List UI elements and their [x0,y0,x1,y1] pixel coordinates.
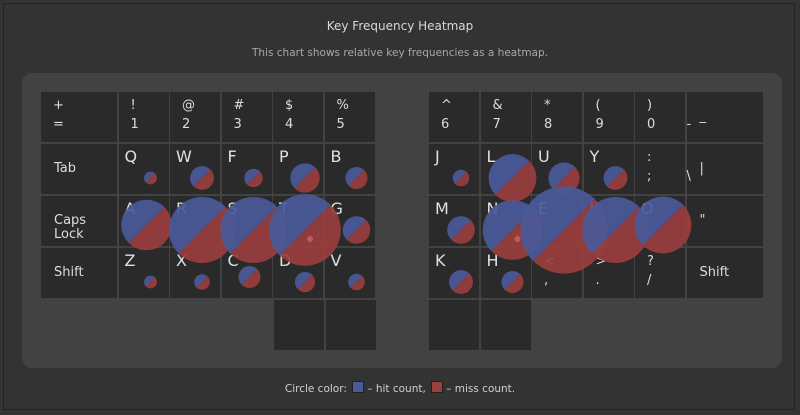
heat-o [634,196,692,254]
legend-hit-swatch [352,381,365,393]
legend: Circle color: – hit count, – miss count. [0,381,800,395]
heat-m [447,216,475,244]
heat-v [348,273,365,291]
heat-q [144,171,157,185]
heat-j [452,169,470,187]
heat-x [194,274,210,290]
heat-dot-n [514,236,521,242]
heat-p [290,163,320,193]
heat-d [294,271,316,293]
heatmap-overlay [121,154,692,294]
heat-l [488,154,537,202]
heat-w [190,166,214,190]
heat-b [345,166,368,190]
heat-a [121,199,172,251]
heat-h [501,270,524,294]
legend-miss-label: – miss count. [446,383,516,395]
heat-t [269,194,341,266]
heat-g [342,216,371,244]
legend-hit-label: – hit count, [367,383,426,395]
heat-z [144,275,157,289]
heat-dot-t [307,236,313,242]
heat-k [449,270,473,294]
legend-prefix: Circle color: [284,383,347,395]
heat-c [238,265,261,289]
legend-miss-swatch [431,381,444,393]
heat-y [603,166,628,190]
heat-f [244,168,263,188]
